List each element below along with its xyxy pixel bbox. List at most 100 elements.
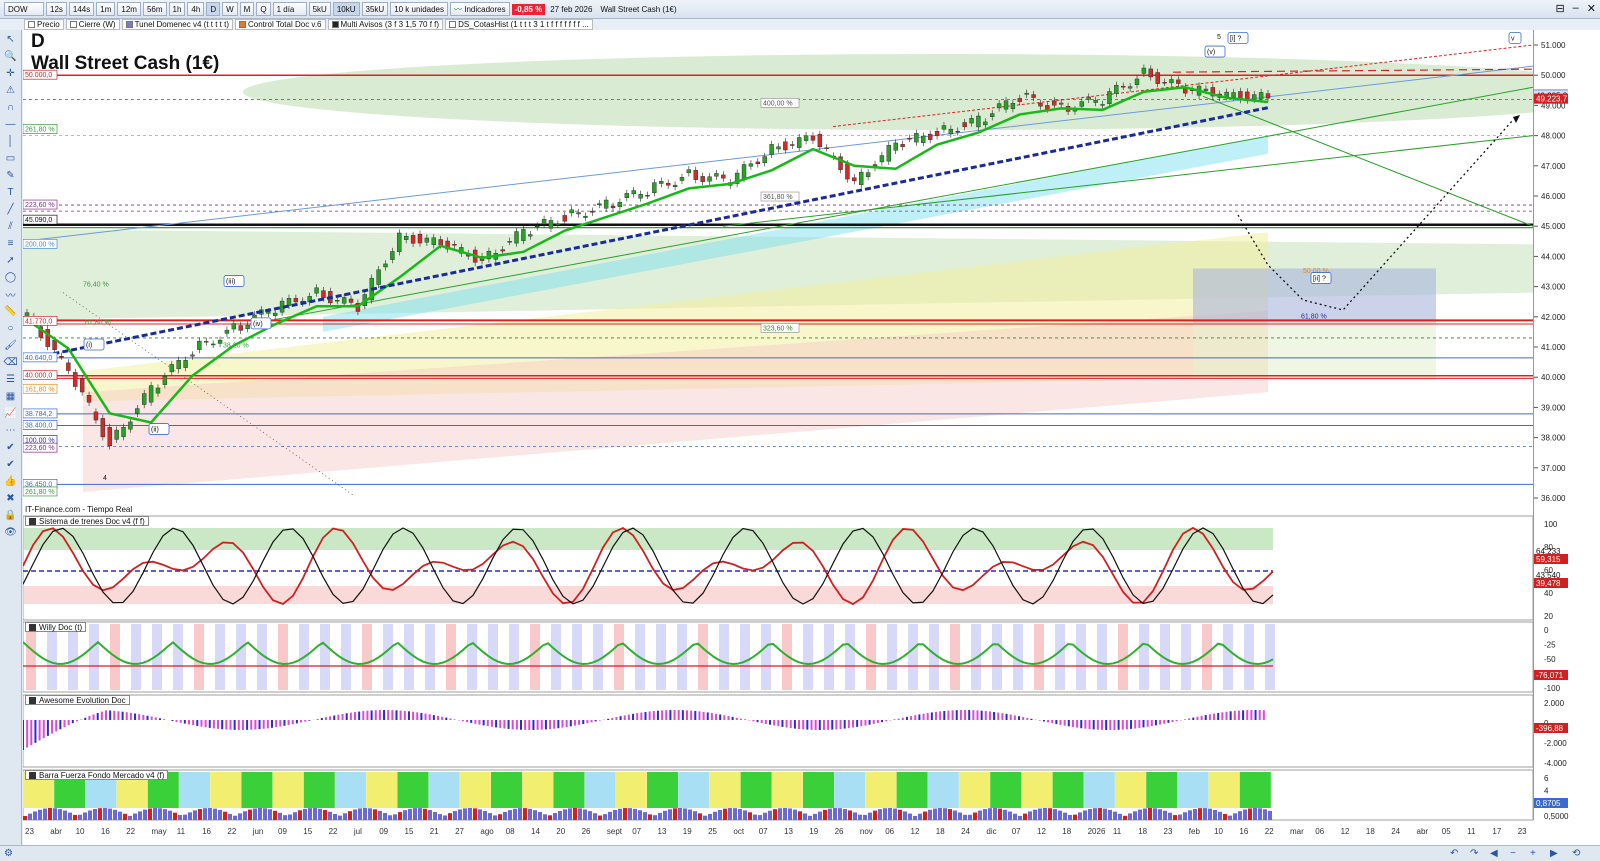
tab-checkbox[interactable] xyxy=(449,21,457,28)
timeframe-button[interactable]: 12m xyxy=(117,2,141,16)
symbol-select[interactable]: DOW xyxy=(4,2,44,16)
tab-checkbox[interactable] xyxy=(125,21,133,28)
pin-icon[interactable]: ⊟ xyxy=(1555,2,1564,15)
timeframe-button[interactable]: 56m xyxy=(142,2,167,16)
wave-icon[interactable]: 〰 xyxy=(4,287,18,302)
tab-label: Cierre (W) xyxy=(78,20,116,29)
tab-checkbox[interactable] xyxy=(238,21,246,28)
list-icon[interactable]: ☰ xyxy=(4,372,18,386)
timeframe-button[interactable]: D xyxy=(206,2,221,16)
indicator-tab[interactable]: Multi Avisos (3 f 3 1,5 70 f f) xyxy=(327,19,444,30)
time-axis-label: 18 xyxy=(1062,827,1071,836)
timeframe-button[interactable]: 4h xyxy=(187,2,205,16)
redo-icon[interactable]: ↷ xyxy=(1470,848,1478,859)
timeframe-button[interactable]: Q xyxy=(256,2,271,16)
delete-icon[interactable]: ✖ xyxy=(4,491,18,505)
tab-checkbox[interactable] xyxy=(331,21,339,28)
volume-button[interactable]: 35kU xyxy=(361,2,389,16)
chart-area[interactable]: 50.000,0 261,80 % 223,60 % 45.090,0 200,00 %… xyxy=(23,30,1600,845)
timeframe-button[interactable]: 144s xyxy=(68,2,95,16)
text-icon[interactable]: T xyxy=(4,185,18,199)
time-axis-label: 13 xyxy=(658,827,667,836)
barra-bar xyxy=(838,808,842,820)
zoom-out-icon[interactable]: − xyxy=(1510,848,1516,859)
minimize-icon[interactable]: – xyxy=(1573,2,1579,15)
indicator-tab[interactable]: DS_CotasHist (1 t t t 3 1 t f f f f f f … xyxy=(445,19,593,30)
indicator-tab[interactable]: Cierre (W) xyxy=(65,19,120,30)
bear-candle xyxy=(438,239,443,246)
bear-candle xyxy=(562,215,567,222)
timeframe-button[interactable]: 1h xyxy=(168,2,186,16)
volume-button[interactable]: 10kU xyxy=(332,2,360,16)
pencil-icon[interactable]: ✎ xyxy=(4,168,18,182)
grid-icon[interactable]: ▦ xyxy=(4,389,18,403)
bear-candle xyxy=(238,325,243,331)
channel-icon[interactable]: ⫽ xyxy=(4,219,18,233)
dots-icon[interactable]: ⋯ xyxy=(4,423,18,437)
bull-candle xyxy=(762,156,767,164)
tab-checkbox[interactable] xyxy=(69,21,77,28)
rect-icon[interactable]: ▭ xyxy=(4,151,18,165)
barra-block xyxy=(335,772,366,808)
trend-icon[interactable]: ╱ xyxy=(4,202,18,216)
check-icon[interactable]: ✔ xyxy=(4,440,18,454)
chart-icon[interactable]: 📈 xyxy=(4,406,18,420)
price-axis[interactable]: 51.000 50.000 49.000 48.000 47.000 46.000 45.0… xyxy=(1533,30,1600,821)
chart-canvas[interactable]: 50.000,0261,80 %223,60 %45.090,0200,00 %… xyxy=(23,30,1533,845)
panel-title-willy[interactable]: Willy Doc (t) xyxy=(25,622,87,632)
ellipse-icon[interactable]: ◯ xyxy=(4,270,18,284)
zoom-in-icon[interactable]: + xyxy=(1530,848,1536,859)
bull-candle xyxy=(142,393,147,405)
reset-view-icon[interactable]: ⟲ xyxy=(1572,848,1580,859)
bull-candle xyxy=(996,103,1002,109)
alert-icon[interactable]: ⚠ xyxy=(4,83,18,97)
indicator-tab[interactable]: Control Total Doc v.6 xyxy=(234,19,326,30)
scroll-right-icon[interactable]: ▶ xyxy=(1550,848,1558,859)
volume-button[interactable]: 5kU xyxy=(308,2,331,16)
units-select[interactable]: 10 k unidades xyxy=(390,2,449,16)
hline-icon[interactable]: — xyxy=(4,117,18,131)
lock-icon[interactable]: 🔒 xyxy=(4,508,18,522)
close-icon[interactable]: ✕ xyxy=(1587,2,1596,15)
time-axis-label: 16 xyxy=(202,827,211,836)
barra-bar xyxy=(1003,809,1007,820)
eye-icon[interactable]: 👁 xyxy=(4,525,18,539)
timeframe-button[interactable]: M xyxy=(239,2,255,16)
crosshair-icon[interactable]: ✛ xyxy=(4,66,18,80)
arrow-icon[interactable]: ➚ xyxy=(4,253,18,267)
barra-bar xyxy=(1063,812,1067,820)
settings-icon[interactable]: ⚙ xyxy=(4,848,13,859)
check-icon[interactable]: ✔ xyxy=(4,457,18,471)
circle-icon[interactable]: ○ xyxy=(4,321,18,335)
vline-icon[interactable]: │ xyxy=(4,134,18,148)
price-tick-label: 37.000 xyxy=(1541,464,1566,473)
eraser-icon[interactable]: ⌫ xyxy=(3,355,17,369)
cursor-icon[interactable]: ↖ xyxy=(4,32,18,46)
panel-title-barra[interactable]: Barra Fuerza Fondo Mercado v4 (f) xyxy=(25,770,169,780)
ruler-icon[interactable]: 📏 xyxy=(4,304,18,318)
indicator-tab[interactable]: Tunel Domenec v4 (t t t t t) xyxy=(121,19,233,30)
time-axis-label: 06 xyxy=(885,827,894,836)
barra-bar xyxy=(343,813,347,820)
indicator-tab[interactable]: Precio xyxy=(24,19,64,30)
scroll-left-icon[interactable]: ◀ xyxy=(1490,848,1498,859)
bull-candle xyxy=(859,171,864,185)
barra-bar xyxy=(893,808,897,820)
level-label: 45.090,0 xyxy=(25,217,52,224)
indicators-button[interactable]: 〰 Indicadores xyxy=(450,2,510,16)
panel-title-trains[interactable]: Sistema de trenes Doc v4 (f f) xyxy=(25,516,149,526)
timeframe-button[interactable]: 12s xyxy=(46,2,67,16)
magnet-icon[interactable]: ∩ xyxy=(4,100,18,114)
barra-bar xyxy=(683,808,687,820)
undo-icon[interactable]: ↶ xyxy=(1450,848,1458,859)
tab-checkbox[interactable] xyxy=(28,21,35,28)
timeframe-button[interactable]: W xyxy=(222,2,238,16)
tab-label: Tunel Domenec v4 (t t t t t) xyxy=(134,20,229,29)
period-select[interactable]: 1 día xyxy=(272,2,307,16)
brush-icon[interactable]: 🖌 xyxy=(4,338,18,352)
zoom-icon[interactable]: 🔍 xyxy=(4,49,18,63)
fib-icon[interactable]: ≡ xyxy=(4,236,18,250)
panel-title-awesome[interactable]: Awesome Evolution Doc xyxy=(25,695,130,705)
timeframe-button[interactable]: 1m xyxy=(96,2,116,16)
thumb-icon[interactable]: 👍 xyxy=(4,474,18,488)
